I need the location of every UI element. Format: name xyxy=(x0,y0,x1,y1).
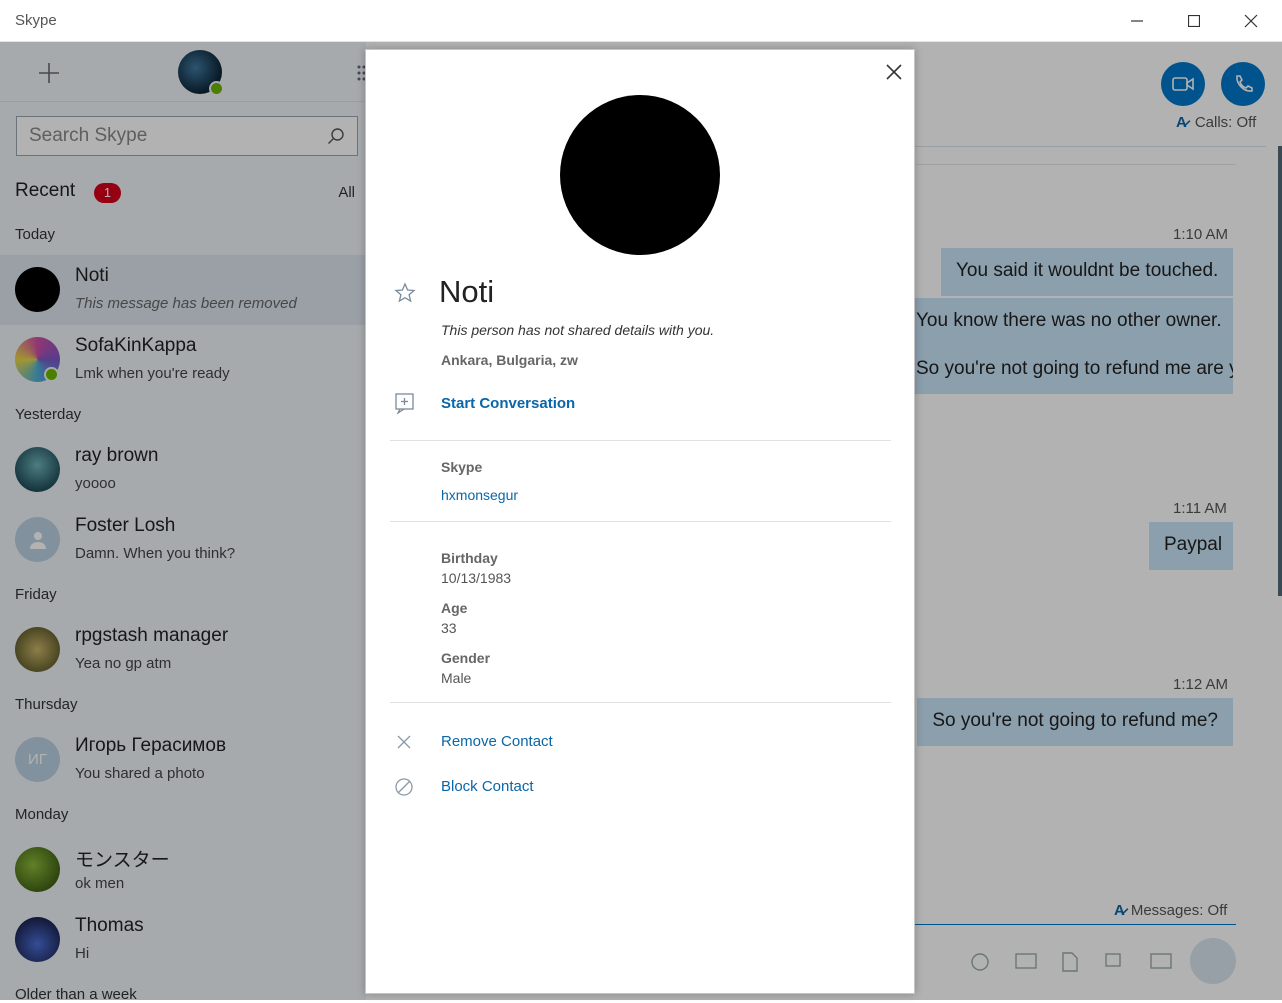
age-value: 33 xyxy=(441,620,457,636)
divider xyxy=(390,702,891,703)
close-dialog-button[interactable] xyxy=(883,61,905,83)
profile-name: Noti xyxy=(439,274,495,309)
profile-location: Ankara, Bulgaria, zw xyxy=(441,352,578,368)
gender-label: Gender xyxy=(441,650,491,666)
remove-icon[interactable] xyxy=(394,732,414,752)
gender-value: Male xyxy=(441,670,472,686)
maximize-button[interactable] xyxy=(1172,6,1216,36)
divider xyxy=(390,521,891,522)
profile-dialog: Noti This person has not shared details … xyxy=(365,49,915,994)
birthday-value: 10/13/1983 xyxy=(441,570,512,586)
window-titlebar: Skype xyxy=(0,0,1282,42)
skype-label: Skype xyxy=(441,459,483,475)
divider xyxy=(390,440,891,441)
close-icon xyxy=(886,64,902,80)
window-title: Skype xyxy=(15,12,57,29)
minimize-icon xyxy=(1131,20,1143,22)
scrollbar[interactable] xyxy=(1278,146,1282,596)
block-contact-link[interactable]: Block Contact xyxy=(441,778,534,795)
close-window-button[interactable] xyxy=(1229,6,1273,36)
start-conversation-icon[interactable] xyxy=(394,392,416,415)
close-icon xyxy=(1244,14,1258,28)
birthday-label: Birthday xyxy=(441,550,498,566)
start-conversation-link[interactable]: Start Conversation xyxy=(441,395,575,412)
maximize-icon xyxy=(1188,15,1200,27)
profile-privacy-note: This person has not shared details with … xyxy=(441,322,715,338)
minimize-button[interactable] xyxy=(1115,6,1159,36)
star-icon xyxy=(394,282,416,303)
skype-id[interactable]: hxmonsegur xyxy=(441,487,518,503)
profile-avatar xyxy=(560,95,720,255)
block-icon[interactable] xyxy=(394,777,414,797)
favorite-button[interactable] xyxy=(394,282,416,304)
remove-contact-link[interactable]: Remove Contact xyxy=(441,733,553,750)
age-label: Age xyxy=(441,600,468,616)
